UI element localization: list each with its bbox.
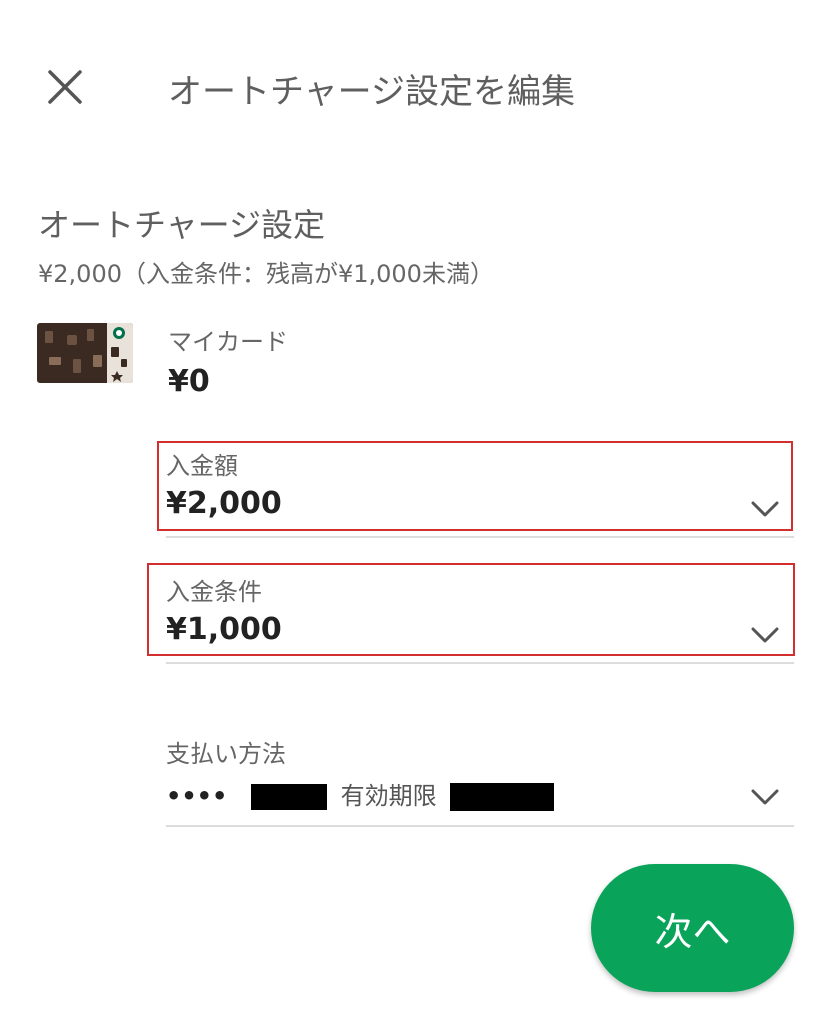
card-balance: ¥0 xyxy=(168,364,210,399)
condition-value: ¥1,000 xyxy=(166,612,282,647)
section-title: オートチャージ設定 xyxy=(38,206,326,244)
card-name: マイカード xyxy=(168,328,288,356)
close-icon xyxy=(48,70,82,104)
amount-dropdown[interactable]: 入金額 ¥2,000 xyxy=(166,446,794,538)
redacted-card-number xyxy=(251,784,327,810)
amount-label: 入金額 xyxy=(166,452,238,480)
close-button[interactable] xyxy=(38,60,94,116)
condition-dropdown[interactable]: 入金条件 ¥1,000 xyxy=(166,572,794,664)
next-button[interactable]: 次へ xyxy=(591,864,794,992)
divider xyxy=(166,536,794,538)
chevron-down-icon xyxy=(751,501,779,517)
redacted-expiry xyxy=(450,783,555,811)
condition-label: 入金条件 xyxy=(166,578,262,606)
divider xyxy=(166,825,794,827)
payment-method-label: 支払い方法 xyxy=(166,740,286,768)
payment-method-dropdown[interactable]: 支払い方法 •••• 有効期限 xyxy=(166,734,794,827)
starbucks-card-image xyxy=(37,323,133,383)
chevron-down-icon xyxy=(751,627,779,643)
autocharge-summary: ¥2,000（入金条件：残高が¥1,000未満） xyxy=(38,260,494,288)
next-button-label: 次へ xyxy=(654,909,731,954)
amount-value: ¥2,000 xyxy=(166,486,282,521)
card-number-dots: •••• xyxy=(166,782,228,810)
payment-card-info: •••• 有効期限 xyxy=(166,776,555,811)
page-title: オートチャージ設定を編集 xyxy=(168,72,575,112)
divider xyxy=(166,662,794,664)
expiry-label: 有効期限 xyxy=(340,782,437,810)
chevron-down-icon xyxy=(751,789,779,805)
